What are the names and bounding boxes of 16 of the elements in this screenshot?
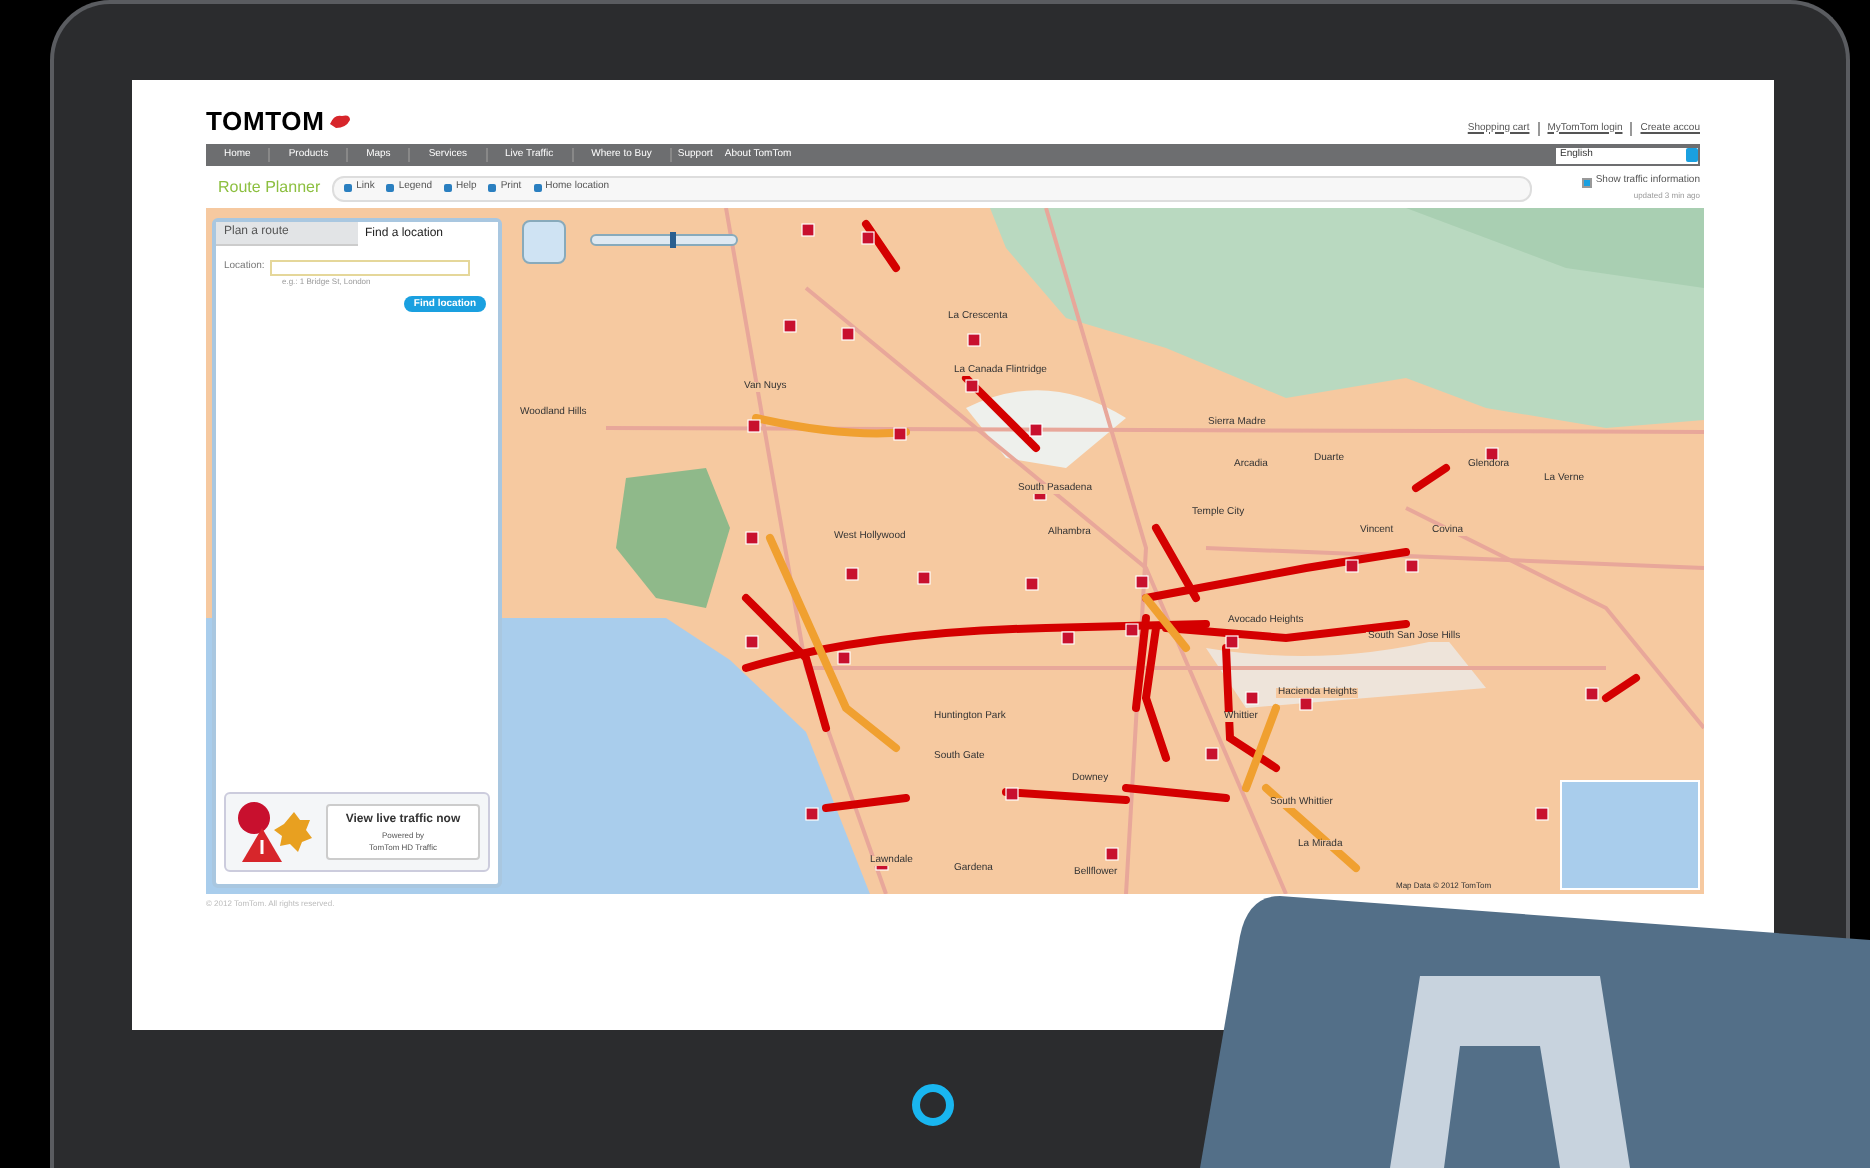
zoom-slider-track[interactable] — [590, 234, 738, 246]
zoom-slider-thumb[interactable] — [669, 232, 675, 248]
power-ring-icon — [912, 1084, 954, 1126]
logo-text: TOMTOM — [206, 103, 325, 139]
toolbar-icon — [533, 184, 542, 192]
dropdown-icon — [1686, 148, 1698, 162]
pan-control[interactable] — [522, 220, 566, 264]
toolbar-icon — [444, 184, 453, 192]
location-field[interactable] — [270, 260, 471, 276]
toolbar-icon — [386, 184, 395, 192]
page-title: Route Planner — [216, 176, 321, 200]
checkbox[interactable] — [1581, 177, 1592, 187]
overview-map[interactable] — [1560, 780, 1700, 890]
traffic-warning-icon — [234, 800, 318, 864]
toolbar-icon — [488, 184, 497, 192]
toolbar-icon — [344, 184, 353, 192]
